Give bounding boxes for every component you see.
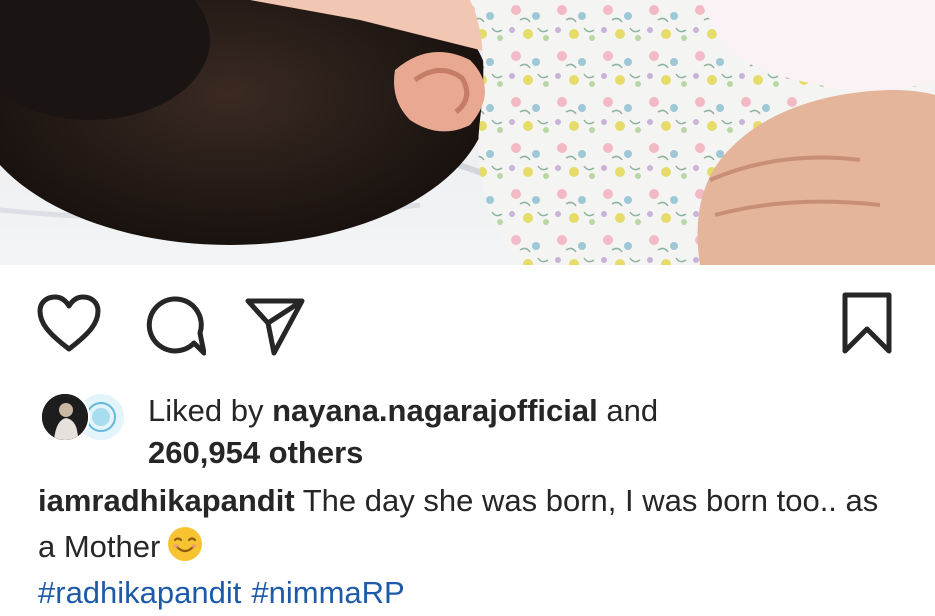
hashtag-link[interactable]: #radhikapandit bbox=[38, 575, 241, 610]
likes-conjunction: and bbox=[606, 393, 659, 428]
likes-prefix: Liked by bbox=[148, 393, 264, 428]
caption-hashtags: #radhikapandit #nimmaRP bbox=[38, 575, 415, 610]
likes-row: Liked by nayana.nagarajofficial and 260,… bbox=[40, 390, 920, 470]
paper-plane-icon[interactable] bbox=[244, 295, 306, 357]
caption-username[interactable]: iamradhikapandit bbox=[38, 483, 295, 518]
hashtag-link[interactable]: #nimmaRP bbox=[251, 575, 404, 610]
post-photo[interactable] bbox=[0, 0, 935, 265]
person-silhouette-icon bbox=[42, 394, 88, 440]
likes-text: Liked by nayana.nagarajofficial and 260,… bbox=[148, 390, 658, 474]
likes-count[interactable]: 260,954 others bbox=[148, 435, 363, 470]
liker-avatar[interactable] bbox=[40, 392, 90, 442]
post-caption: iamradhikapandit The day she was born, I… bbox=[38, 478, 898, 616]
comment-icon[interactable] bbox=[142, 295, 206, 357]
bookmark-icon[interactable] bbox=[840, 291, 894, 355]
smiling-face-emoji-icon bbox=[168, 527, 203, 561]
post-action-bar bbox=[0, 265, 935, 385]
heart-icon[interactable] bbox=[36, 293, 102, 355]
liker-username[interactable]: nayana.nagarajofficial bbox=[272, 393, 598, 428]
baby-photo-image bbox=[0, 0, 935, 265]
